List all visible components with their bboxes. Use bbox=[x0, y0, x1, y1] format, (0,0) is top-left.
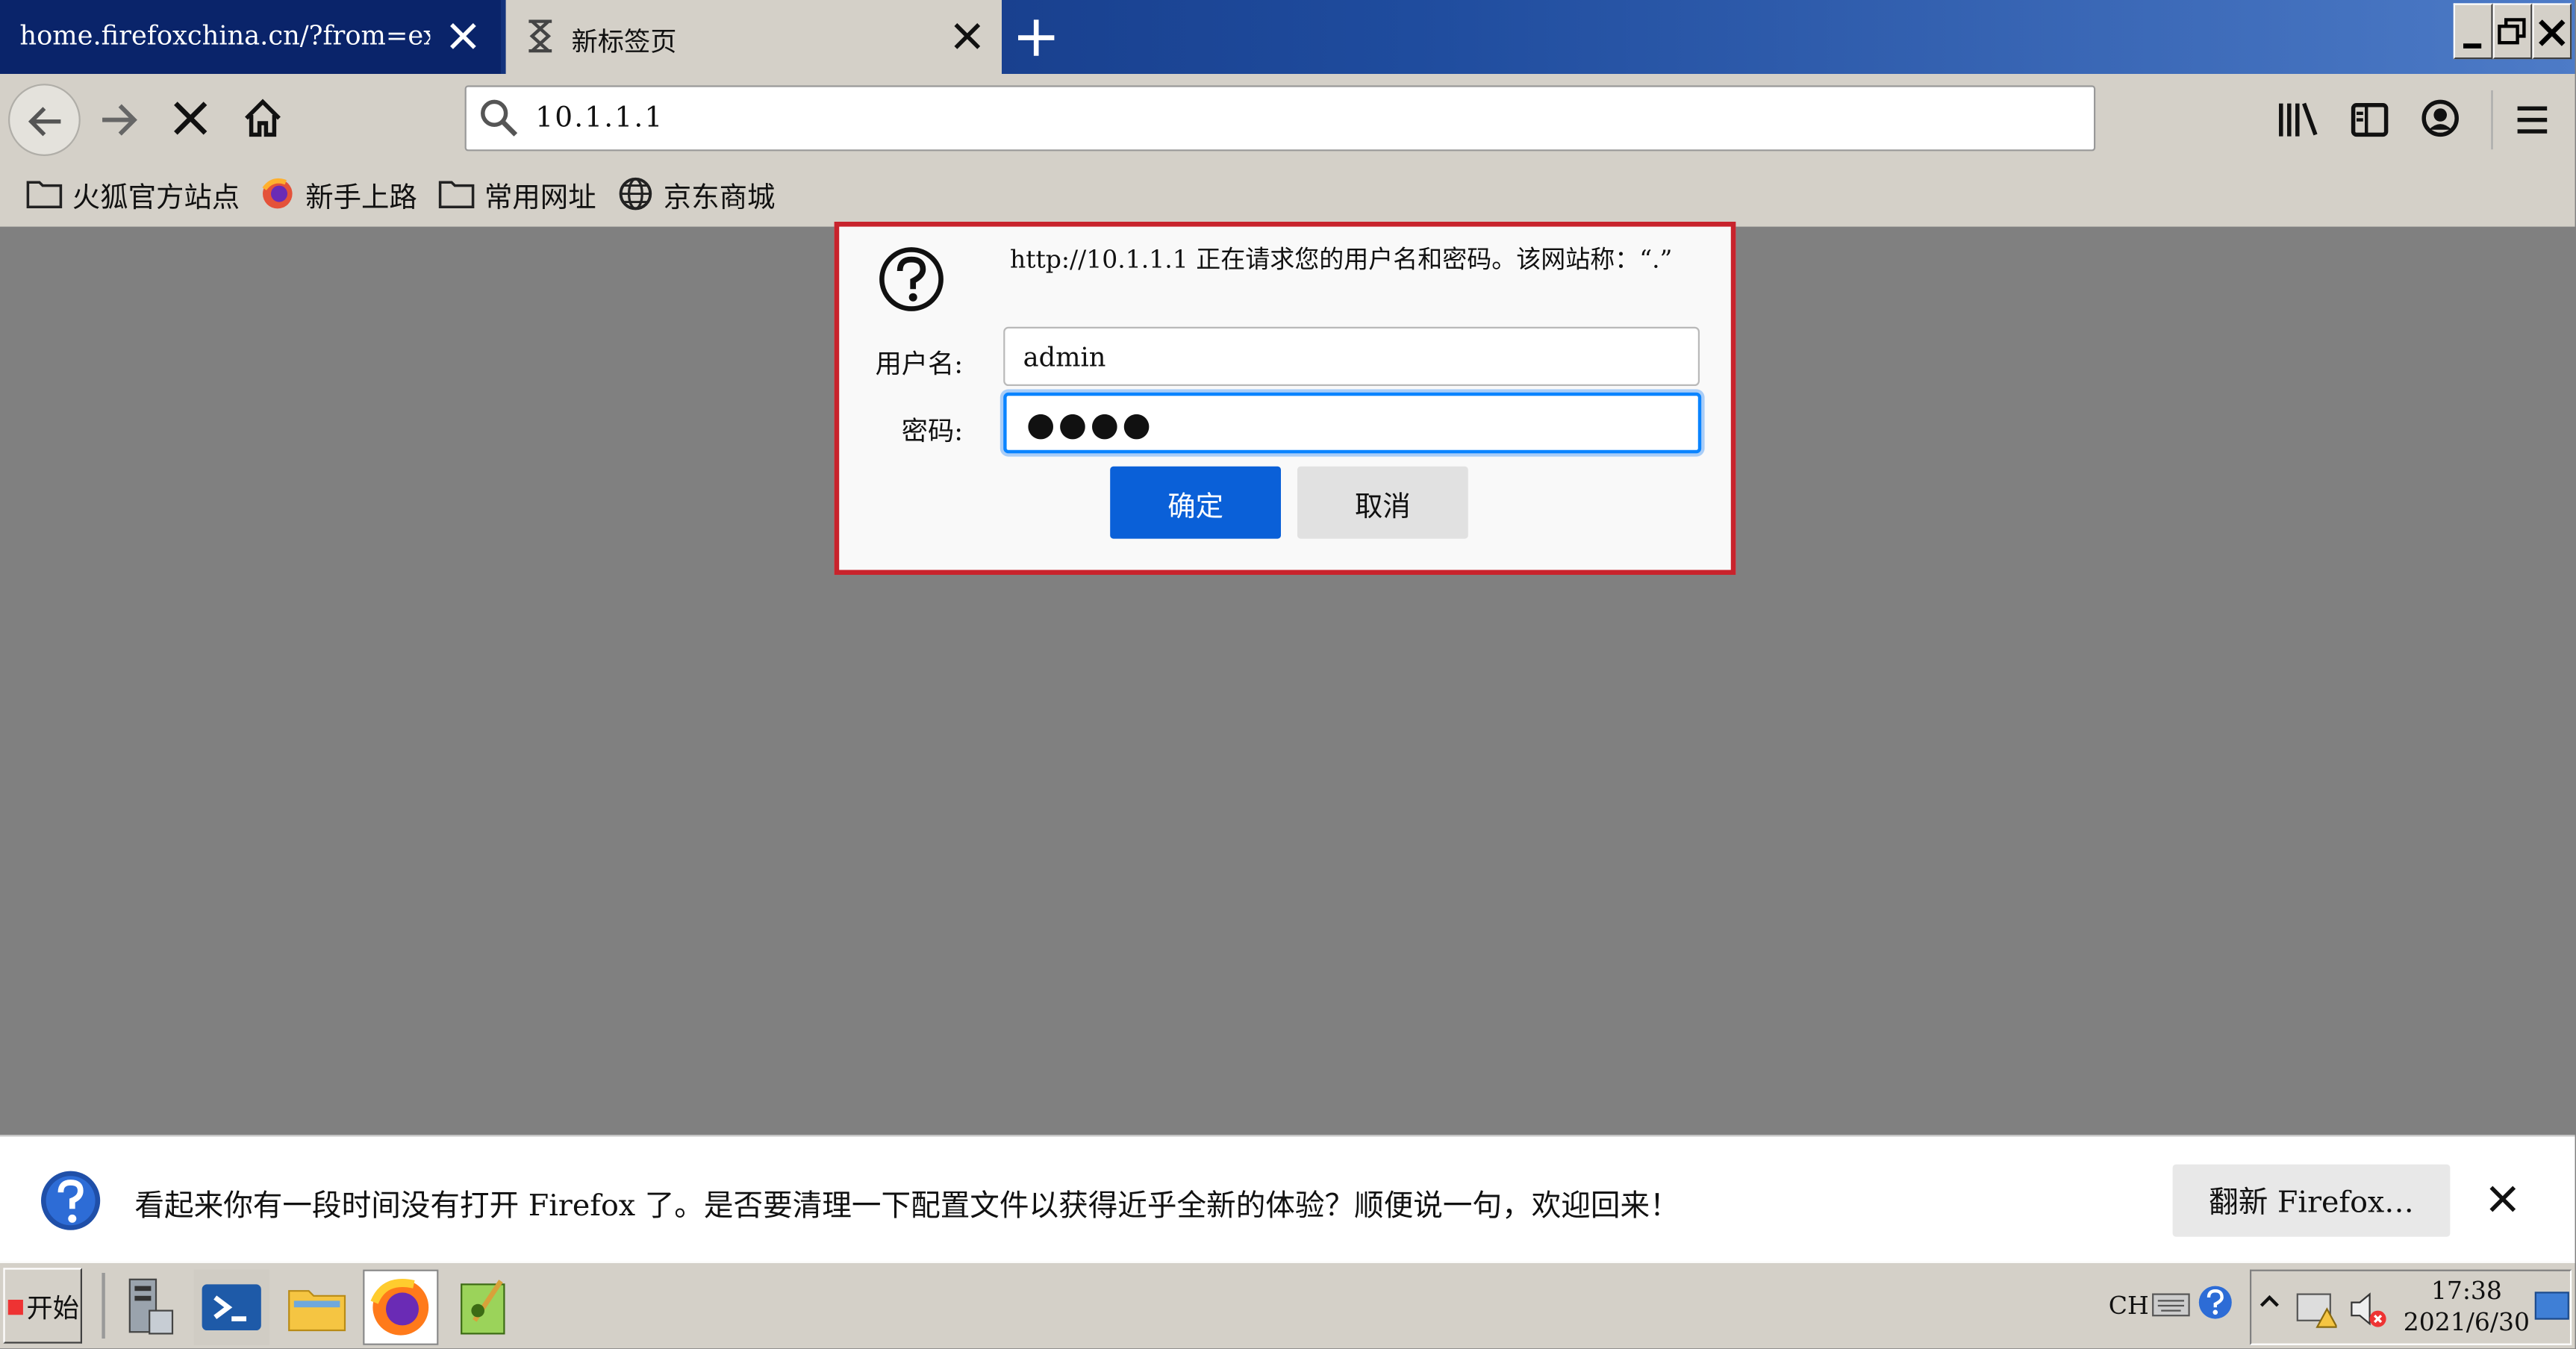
notification-text: 看起来你有一段时间没有打开 Firefox 了。是否要清理一下配置文件以获得近乎… bbox=[134, 1188, 1680, 1224]
auth-dialog: http://10.1.1.1 正在请求您的用户名和密码。该网站称：“.” 用户… bbox=[834, 222, 1736, 575]
username-value: admin bbox=[1023, 341, 1106, 373]
restore-button[interactable] bbox=[2492, 3, 2533, 60]
bookmark-item[interactable]: 火狐官方站点 bbox=[26, 171, 240, 217]
file-explorer-icon[interactable] bbox=[279, 1270, 355, 1345]
close-tab-icon[interactable] bbox=[947, 16, 987, 56]
input-language[interactable]: CH bbox=[2109, 1291, 2149, 1321]
clock[interactable]: 17:38 2021/6/30 bbox=[2403, 1276, 2531, 1339]
password-label: 密码: bbox=[901, 415, 964, 447]
bookmark-item[interactable]: 京东商城 bbox=[617, 171, 775, 217]
title-bar: home.firefoxchina.cn/?from=extra_start 新… bbox=[0, 0, 2575, 74]
ok-button[interactable]: 确定 bbox=[1110, 466, 1281, 539]
toolbar-divider bbox=[2491, 90, 2493, 150]
stop-loading-icon[interactable] bbox=[171, 99, 210, 138]
question-icon bbox=[879, 247, 944, 311]
folder-icon bbox=[26, 181, 63, 208]
cancel-button[interactable]: 取消 bbox=[1297, 466, 1468, 539]
minimize-icon bbox=[2463, 43, 2482, 49]
password-field[interactable]: ●●●● bbox=[1003, 392, 1702, 454]
folder-icon bbox=[438, 181, 475, 208]
username-field[interactable]: admin bbox=[1003, 326, 1700, 386]
bookmark-label: 常用网址 bbox=[484, 181, 596, 215]
windows-logo-icon: ■ bbox=[6, 1294, 25, 1318]
server-manager-icon[interactable] bbox=[112, 1270, 187, 1345]
bookmark-item[interactable]: 常用网址 bbox=[438, 171, 596, 217]
action-center-icon[interactable] bbox=[2294, 1288, 2337, 1330]
url-bar[interactable]: 10.1.1.1 bbox=[464, 85, 2096, 152]
close-window-button[interactable] bbox=[2532, 3, 2572, 60]
arrow-left-icon bbox=[28, 107, 61, 137]
back-button[interactable] bbox=[8, 84, 81, 156]
firefox-taskbar-icon[interactable] bbox=[363, 1269, 439, 1345]
taskbar: ■ 开始 CH 17:38 2021/6/30 bbox=[0, 1261, 2575, 1349]
account-icon[interactable] bbox=[2421, 99, 2460, 138]
volume-muted-icon[interactable] bbox=[2347, 1288, 2389, 1330]
arrow-right-icon[interactable] bbox=[96, 97, 142, 143]
start-button[interactable]: ■ 开始 bbox=[3, 1268, 82, 1344]
show-desktop-icon[interactable] bbox=[2534, 1291, 2570, 1321]
bookmark-label: 新手上路 bbox=[305, 181, 417, 215]
restore-icon bbox=[2498, 18, 2526, 45]
tab-new-tab[interactable]: 新标签页 bbox=[505, 0, 1002, 74]
notification-bar: 看起来你有一段时间没有打开 Firefox 了。是否要清理一下配置文件以获得近乎… bbox=[0, 1135, 2575, 1262]
help-icon[interactable] bbox=[2198, 1284, 2233, 1320]
dialog-message: http://10.1.1.1 正在请求您的用户名和密码。该网站称：“.” bbox=[1010, 244, 1673, 275]
taskbar-divider bbox=[102, 1273, 105, 1339]
new-tab-plus-icon[interactable] bbox=[1008, 10, 1064, 66]
start-label: 开始 bbox=[26, 1292, 79, 1324]
bookmark-label: 京东商城 bbox=[663, 181, 776, 215]
sidebar-icon[interactable] bbox=[2350, 100, 2389, 140]
keyboard-icon[interactable] bbox=[2151, 1288, 2191, 1321]
home-icon[interactable] bbox=[241, 97, 284, 140]
bookmark-label: 火狐官方站点 bbox=[72, 181, 240, 215]
tab-label: home.firefoxchina.cn/?from=extra_start bbox=[19, 19, 430, 52]
clock-time: 17:38 bbox=[2430, 1276, 2502, 1306]
refresh-firefox-button[interactable]: 翻新 Firefox… bbox=[2172, 1164, 2451, 1237]
url-text[interactable]: 10.1.1.1 bbox=[535, 102, 664, 134]
notepad-plus-icon[interactable] bbox=[446, 1270, 522, 1345]
globe-icon bbox=[619, 177, 652, 211]
close-icon bbox=[2539, 19, 2566, 46]
minimize-button[interactable] bbox=[2453, 3, 2493, 60]
library-icon[interactable] bbox=[2276, 100, 2318, 140]
tab-label: 新标签页 bbox=[571, 26, 677, 57]
username-label: 用户名: bbox=[875, 348, 964, 380]
close-tab-icon[interactable] bbox=[443, 16, 483, 56]
system-tray: 17:38 2021/6/30 bbox=[2250, 1269, 2572, 1345]
clock-date: 2021/6/30 bbox=[2403, 1307, 2530, 1337]
password-value: ●●●● bbox=[1026, 404, 1155, 443]
search-icon bbox=[481, 99, 518, 137]
chevron-up-icon[interactable] bbox=[2258, 1291, 2281, 1314]
bookmark-item[interactable]: 新手上路 bbox=[260, 171, 417, 217]
firefox-icon bbox=[262, 178, 293, 209]
powershell-icon[interactable] bbox=[193, 1269, 269, 1345]
close-icon[interactable] bbox=[2486, 1183, 2519, 1215]
help-icon bbox=[41, 1171, 101, 1230]
hourglass-icon bbox=[528, 19, 552, 53]
tab-firefoxchina[interactable]: home.firefoxchina.cn/?from=extra_start bbox=[0, 0, 501, 74]
menu-icon[interactable] bbox=[2514, 100, 2550, 140]
